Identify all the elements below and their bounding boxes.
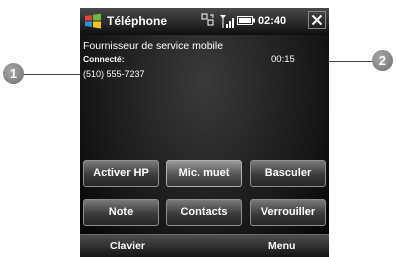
phone-number: (510) 555-7237 (83, 69, 145, 79)
contacts-button[interactable]: Contacts (166, 199, 242, 226)
mute-button[interactable]: Mic. muet (166, 160, 242, 187)
softkey-keypad[interactable]: Clavier (110, 240, 145, 252)
callout-1: 1 (3, 63, 24, 84)
callout-2: 2 (372, 50, 393, 71)
battery-icon (237, 16, 255, 25)
call-status: Connecté: (83, 54, 125, 64)
speaker-button[interactable]: Activer HP (83, 160, 159, 187)
provider-name: Fournisseur de service mobile (83, 40, 224, 52)
note-button[interactable]: Note (83, 199, 159, 226)
app-title: Téléphone (107, 14, 168, 28)
close-icon[interactable] (308, 11, 326, 29)
windows-start-icon[interactable] (84, 12, 102, 30)
network-icon (201, 13, 214, 26)
call-timer: 00:15 (271, 54, 295, 65)
softkey-menu[interactable]: Menu (268, 240, 295, 252)
soft-key-bar: Clavier Menu (80, 234, 329, 257)
callout-1-leader (24, 74, 83, 75)
status-clock: 02:40 (258, 15, 287, 27)
swap-button[interactable]: Basculer (250, 160, 326, 187)
signal-icon (220, 15, 234, 28)
lock-button[interactable]: Verrouiller (250, 199, 326, 226)
title-bar: Téléphone 02:40 (80, 8, 329, 35)
phone-screen: Téléphone 02:40 Fournisseur de service m… (80, 8, 329, 257)
